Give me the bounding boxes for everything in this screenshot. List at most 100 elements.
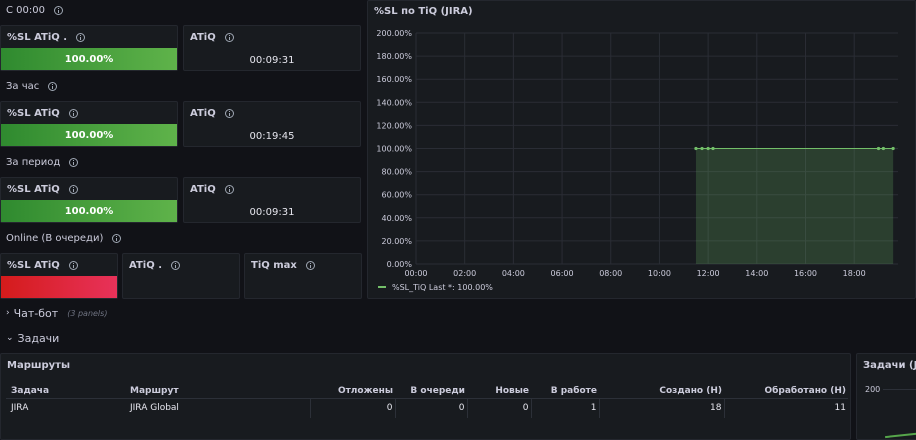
data-point <box>694 146 698 151</box>
panel-online-atiq[interactable]: ATiQ . <box>122 253 240 299</box>
gauge-value: 100.00% <box>64 129 114 141</box>
y-tick-label: 100.00% <box>376 145 412 154</box>
routes-table: Задача Маршрут Отложены В очереди Новые … <box>6 384 848 418</box>
panel-title-text: ATiQ <box>190 184 216 195</box>
chevron-right-icon[interactable]: › <box>6 308 10 318</box>
grid-line <box>883 389 916 390</box>
panel-period-atiq[interactable]: ATiQ 00:09:31 <box>183 177 361 223</box>
info-icon[interactable] <box>68 185 78 194</box>
row-title-since: С 00:00 <box>6 5 63 16</box>
column-header[interactable]: В очереди <box>395 384 467 398</box>
x-tick-label: 18:00 <box>843 269 866 278</box>
panel-title-text: TiQ max <box>251 260 297 271</box>
x-tick-label: 16:00 <box>794 269 817 278</box>
panel-since-sl[interactable]: %SL ATiQ . 100.00% <box>0 25 178 71</box>
y-tick-label: 80.00% <box>381 168 412 177</box>
table-header-row: Задача Маршрут Отложены В очереди Новые … <box>6 384 848 398</box>
info-icon[interactable] <box>69 158 79 167</box>
panel-title-text: %SL ATiQ . <box>7 32 68 43</box>
panel-title: ATiQ . <box>129 260 180 271</box>
panel-online-tiq-max[interactable]: TiQ max <box>244 253 362 299</box>
panel-title-text: ATiQ <box>190 108 216 119</box>
info-icon[interactable] <box>76 33 86 42</box>
x-tick-label: 02:00 <box>453 269 476 278</box>
data-point <box>700 146 704 151</box>
cell-new: 0 <box>466 397 531 418</box>
panel-online-sl[interactable]: %SL ATiQ <box>0 253 118 299</box>
data-point <box>881 146 885 151</box>
panel-title: ATiQ <box>190 184 234 195</box>
y-tick-label: 160.00% <box>376 75 412 84</box>
section-tasks[interactable]: ⌄ Задачи <box>0 326 916 350</box>
panel-title: Задачи (JIR <box>863 360 916 371</box>
x-tick-label: 12:00 <box>697 269 720 278</box>
y-tick-label: 60.00% <box>381 191 412 200</box>
column-header[interactable]: Задача <box>6 384 130 398</box>
info-icon[interactable] <box>48 82 58 91</box>
chevron-down-icon[interactable]: ⌄ <box>6 333 14 343</box>
section-name[interactable]: Чат-бот <box>14 307 59 320</box>
x-tick-label: 06:00 <box>551 269 574 278</box>
y-tick-label: 200.00% <box>376 29 412 38</box>
info-icon[interactable] <box>53 6 63 15</box>
info-icon[interactable] <box>224 109 234 118</box>
column-header[interactable]: Маршрут <box>130 384 310 398</box>
y-tick-label: 140.00% <box>376 98 412 107</box>
info-icon[interactable] <box>68 261 78 270</box>
column-header[interactable]: В работе <box>531 384 599 398</box>
column-header[interactable]: Новые <box>467 384 531 398</box>
legend-swatch <box>378 286 386 288</box>
y-tick-label: 40.00% <box>381 214 412 223</box>
x-tick-label: 10:00 <box>648 269 671 278</box>
panel-title-text: Задачи (JIR <box>863 360 916 371</box>
panel-routes[interactable]: Маршруты Задача Маршрут Отложены В очере… <box>0 353 851 440</box>
x-tick-label: 04:00 <box>502 269 525 278</box>
sl-gauge-bar <box>1 276 117 298</box>
y-tick-label: 20.00% <box>381 237 412 246</box>
cell-processed: 11 <box>723 397 848 418</box>
panel-title: %SL ATiQ . <box>7 32 86 43</box>
info-icon[interactable] <box>224 33 234 42</box>
stat-value: 00:09:31 <box>249 55 295 66</box>
section-chatbot[interactable]: › Чат-бот (3 panels) <box>0 301 916 325</box>
row-period-label: За период <box>6 157 61 168</box>
gauge-value: 100.00% <box>64 205 114 217</box>
panel-since-atiq[interactable]: ATiQ 00:09:31 <box>183 25 361 71</box>
panel-title-text: %SL ATiQ <box>7 260 60 271</box>
panel-hour-sl[interactable]: %SL ATiQ 100.00% <box>0 101 178 147</box>
panel-title-text: Маршруты <box>7 360 70 371</box>
info-icon[interactable] <box>305 261 315 270</box>
data-point <box>711 146 715 151</box>
panel-tasks-jira[interactable]: Задачи (JIR 200 <box>856 353 916 440</box>
data-point <box>876 146 881 151</box>
panel-sl-tiq-chart[interactable]: %SL по TiQ (JIRA) 0.00% 20.00% 40.00% 60.00… <box>367 0 916 299</box>
info-icon[interactable] <box>112 234 122 243</box>
cell-deferred: 0 <box>309 397 395 418</box>
data-point <box>706 146 710 151</box>
row-title-hour: За час <box>6 81 58 92</box>
column-header[interactable]: Отложены <box>310 384 395 398</box>
panel-title: %SL ATiQ <box>7 108 78 119</box>
stat-value: 00:19:45 <box>249 131 295 142</box>
info-icon[interactable] <box>171 261 180 270</box>
panel-title: TiQ max <box>251 260 315 271</box>
panel-title: Маршруты <box>7 360 70 371</box>
panel-period-sl[interactable]: %SL ATiQ 100.00% <box>0 177 178 223</box>
cell-created: 18 <box>598 397 724 418</box>
y-tick-label: 180.00% <box>376 52 412 61</box>
panel-hour-atiq[interactable]: ATiQ 00:19:45 <box>183 101 361 147</box>
panel-title: %SL ATiQ <box>7 260 78 271</box>
column-header[interactable]: Создано (Н) <box>599 384 724 398</box>
sl-gauge-bar: 100.00% <box>1 48 177 70</box>
column-header[interactable]: Обработано (Н) <box>724 384 848 398</box>
x-tick-label: 00:00 <box>404 269 427 278</box>
section-name[interactable]: Задачи <box>18 332 60 345</box>
table-row[interactable]: JIRA JIRA Global 0 0 0 1 18 11 <box>6 397 848 418</box>
legend-label: %SL_TiQ Last *: 100.00% <box>392 283 493 292</box>
cell-queued: 0 <box>394 397 467 418</box>
row-since-label: С 00:00 <box>6 5 45 16</box>
info-icon[interactable] <box>224 185 234 194</box>
cell-route: JIRA Global <box>130 397 310 418</box>
info-icon[interactable] <box>68 109 78 118</box>
panel-title: ATiQ <box>190 108 234 119</box>
